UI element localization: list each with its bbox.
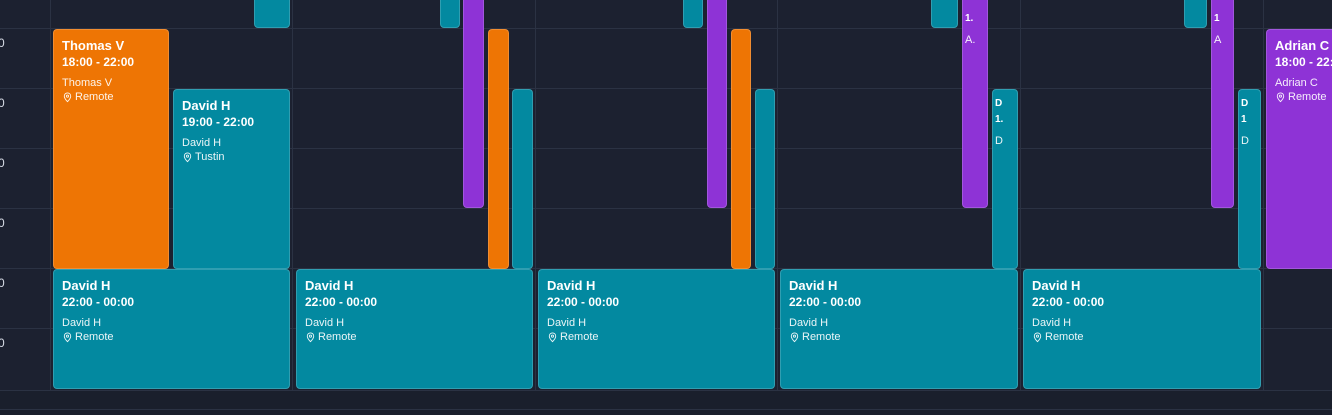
day-column-divider	[1263, 0, 1264, 390]
event-name: David H	[547, 278, 596, 293]
event-location: Tustin	[182, 150, 281, 164]
day-column-divider	[50, 0, 51, 390]
event-time: 18:00 - 22:00	[62, 55, 135, 69]
calendar-footer	[0, 390, 1332, 415]
location-label: Remote	[75, 91, 114, 103]
shift-event[interactable]	[254, 0, 290, 28]
time-label: 0	[0, 276, 5, 290]
event-name: David H	[305, 278, 354, 293]
event-name: Adrian C	[1275, 38, 1330, 53]
location-pin-icon	[1276, 91, 1285, 102]
event-time: 22:00 - 00:00	[305, 295, 378, 309]
event-time: 22:00 - 00:00	[547, 295, 620, 309]
event-person: Thomas V	[62, 77, 113, 89]
day-column-divider	[777, 0, 778, 390]
shift-event[interactable]	[731, 29, 751, 269]
event-person: A.	[965, 34, 976, 46]
event-location: Remote	[62, 90, 160, 104]
shift-event[interactable]: 1. A.	[962, 0, 988, 208]
shift-event-david-h[interactable]: David H 19:00 - 22:00 David H Tustin	[173, 89, 290, 269]
event-name: David H	[182, 98, 231, 113]
shift-event[interactable]: D 1 D	[1238, 89, 1261, 269]
event-name: 1.	[965, 13, 974, 24]
event-time: 18:00 - 22:	[1275, 55, 1332, 69]
event-person: David H	[789, 317, 829, 329]
divider	[0, 409, 1332, 410]
shift-event[interactable]	[707, 0, 727, 208]
shift-event[interactable]	[463, 0, 484, 208]
event-person: Adrian C	[1275, 77, 1318, 89]
event-location: Remote	[1032, 330, 1252, 344]
time-label: 0	[0, 216, 5, 230]
event-person: D	[995, 135, 1003, 147]
event-time: 1	[1241, 114, 1247, 125]
day-column-divider	[535, 0, 536, 390]
time-label: 0	[0, 336, 5, 350]
shift-event-david-h-night[interactable]: David H 22:00 - 00:00 David H Remote	[1023, 269, 1261, 389]
event-person: David H	[1032, 317, 1072, 329]
shift-event-thomas-v[interactable]: Thomas V 18:00 - 22:00 Thomas V Remote	[53, 29, 169, 269]
location-pin-icon	[548, 331, 557, 342]
day-column-divider	[292, 0, 293, 390]
shift-event[interactable]	[683, 0, 703, 28]
event-location: Remote	[62, 330, 281, 344]
event-person: A	[1214, 34, 1222, 46]
event-person: David H	[305, 317, 345, 329]
location-label: Remote	[802, 331, 841, 343]
shift-event[interactable]	[440, 0, 460, 28]
location-pin-icon	[63, 91, 72, 102]
event-time: 19:00 - 22:00	[182, 115, 255, 129]
location-label: Remote	[1045, 331, 1084, 343]
event-name: David H	[62, 278, 111, 293]
shift-event[interactable]	[755, 89, 775, 269]
shift-event[interactable]: 1 A	[1211, 0, 1234, 208]
location-label: Tustin	[195, 151, 225, 163]
event-location: Remote	[1275, 90, 1332, 104]
event-name: David H	[1032, 278, 1081, 293]
location-label: Remote	[560, 331, 599, 343]
event-person: David H	[182, 137, 222, 149]
event-time: 22:00 - 00:00	[789, 295, 862, 309]
event-person: D	[1241, 135, 1249, 147]
shift-event[interactable]	[512, 89, 533, 269]
shift-event-david-h-night[interactable]: David H 22:00 - 00:00 David H Remote	[780, 269, 1018, 389]
location-label: Remote	[318, 331, 357, 343]
event-name: David H	[789, 278, 838, 293]
event-location: Remote	[547, 330, 766, 344]
location-label: Remote	[1288, 91, 1327, 103]
hour-gridline	[0, 28, 1332, 29]
shift-event-adrian-c[interactable]: Adrian C 18:00 - 22: Adrian C Remote	[1266, 29, 1332, 269]
location-label: Remote	[75, 331, 114, 343]
time-label: 0	[0, 36, 5, 50]
shift-event[interactable]	[931, 0, 958, 28]
shift-event-david-h-night[interactable]: David H 22:00 - 00:00 David H Remote	[53, 269, 290, 389]
event-name: 1	[1214, 13, 1220, 24]
calendar-week-grid: 0 0 0 0 0 0 1. A. 1 A Thomas V 18:00 - 2…	[0, 0, 1332, 415]
event-person: David H	[547, 317, 587, 329]
location-pin-icon	[1033, 331, 1042, 342]
event-location: Remote	[789, 330, 1009, 344]
time-label: 0	[0, 96, 5, 110]
shift-event-david-h-night[interactable]: David H 22:00 - 00:00 David H Remote	[296, 269, 533, 389]
location-pin-icon	[306, 331, 315, 342]
shift-event[interactable]	[488, 29, 509, 269]
day-column-divider	[1020, 0, 1021, 390]
shift-event-david-h-night[interactable]: David H 22:00 - 00:00 David H Remote	[538, 269, 775, 389]
event-time: 22:00 - 00:00	[62, 295, 135, 309]
event-name: D	[995, 98, 1003, 109]
location-pin-icon	[63, 331, 72, 342]
event-time: 22:00 - 00:00	[1032, 295, 1105, 309]
shift-event[interactable]: D 1. D	[992, 89, 1018, 269]
location-pin-icon	[183, 151, 192, 162]
event-time: 1.	[995, 114, 1004, 125]
event-name: D	[1241, 98, 1249, 109]
event-location: Remote	[305, 330, 524, 344]
event-person: David H	[62, 317, 102, 329]
location-pin-icon	[790, 331, 799, 342]
time-label: 0	[0, 156, 5, 170]
event-name: Thomas V	[62, 38, 125, 53]
shift-event[interactable]	[1184, 0, 1207, 28]
